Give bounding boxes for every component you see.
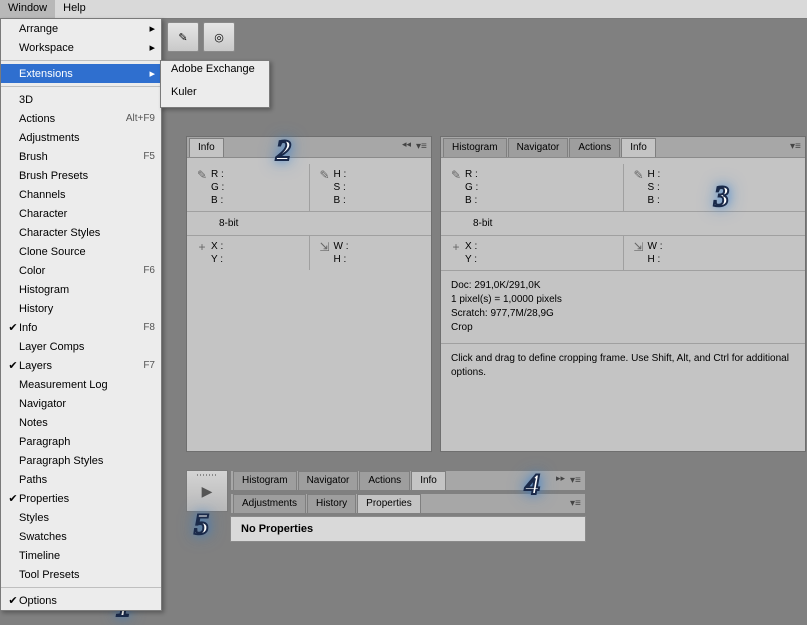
toolbar-button-1[interactable]: ✎ bbox=[167, 22, 199, 52]
tab-navigator[interactable]: Navigator bbox=[508, 138, 569, 157]
menu-character[interactable]: Character bbox=[1, 204, 161, 223]
menu-character-styles[interactable]: Character Styles bbox=[1, 223, 161, 242]
eyedropper-icon: ✎ bbox=[630, 168, 648, 207]
menu-layers[interactable]: ✔LayersF7 bbox=[1, 356, 161, 375]
panel-menu-icon[interactable]: ▾≡ bbox=[570, 498, 581, 507]
submenu-adobe-exchange[interactable]: Adobe Exchange bbox=[161, 61, 269, 84]
menu-workspace[interactable]: Workspace▸ bbox=[1, 38, 161, 57]
menu-info[interactable]: ✔InfoF8 bbox=[1, 318, 161, 337]
crosshair-icon: + bbox=[193, 240, 211, 266]
menu-color[interactable]: ColorF6 bbox=[1, 261, 161, 280]
tool-tip: Click and drag to define cropping frame.… bbox=[441, 343, 805, 388]
menu-history[interactable]: History bbox=[1, 299, 161, 318]
tab-properties[interactable]: Properties bbox=[357, 494, 421, 513]
expand-icon[interactable]: ▸▸ bbox=[556, 473, 565, 484]
panel-menu-icon[interactable]: ▾≡ bbox=[416, 141, 427, 150]
tab-info[interactable]: Info bbox=[189, 138, 224, 157]
bit-depth: 8-bit bbox=[187, 212, 431, 236]
options-bar: ✎ ◎ bbox=[158, 20, 239, 54]
crosshair-icon: + bbox=[447, 240, 465, 266]
menu-brush[interactable]: BrushF5 bbox=[1, 147, 161, 166]
menu-swatches[interactable]: Swatches bbox=[1, 527, 161, 546]
menu-notes[interactable]: Notes bbox=[1, 413, 161, 432]
dimensions-icon: ⇲ bbox=[630, 240, 648, 266]
document-info: Doc: 291,0K/291,0K 1 pixel(s) = 1,0000 p… bbox=[441, 271, 805, 343]
window-menu-dropdown: Arrange▸ Workspace▸ Extensions▸ 3D Actio… bbox=[0, 18, 162, 611]
panel-tabbar: Histogram Navigator Actions Info ▾≡ bbox=[441, 137, 805, 158]
menu-styles[interactable]: Styles bbox=[1, 508, 161, 527]
annotation-5: 5 bbox=[194, 508, 209, 542]
panel-tabbar: Info ◂◂ ▾≡ bbox=[187, 137, 431, 158]
menu-options[interactable]: ✔Options bbox=[1, 591, 161, 610]
menu-clone-source[interactable]: Clone Source bbox=[1, 242, 161, 261]
panel-menu-icon[interactable]: ▾≡ bbox=[570, 475, 581, 484]
annotation-3: 3 bbox=[714, 180, 729, 214]
tab-info[interactable]: Info bbox=[411, 471, 446, 490]
menu-channels[interactable]: Channels bbox=[1, 185, 161, 204]
menu-layer-comps[interactable]: Layer Comps bbox=[1, 337, 161, 356]
submenu-kuler[interactable]: Kuler bbox=[161, 84, 269, 107]
collapse-icon[interactable]: ◂◂ bbox=[402, 139, 411, 150]
annotation-4: 4 bbox=[525, 468, 540, 502]
tab-history[interactable]: History bbox=[307, 494, 356, 513]
eyedropper-icon: ✎ bbox=[193, 168, 211, 207]
extensions-submenu: Adobe Exchange Kuler bbox=[160, 60, 270, 108]
annotation-2: 2 bbox=[276, 134, 291, 168]
menu-paragraph-styles[interactable]: Paragraph Styles bbox=[1, 451, 161, 470]
menu-actions[interactable]: ActionsAlt+F9 bbox=[1, 109, 161, 128]
tab-actions[interactable]: Actions bbox=[569, 138, 620, 157]
toolbar-button-2[interactable]: ◎ bbox=[203, 22, 235, 52]
menu-timeline[interactable]: Timeline bbox=[1, 546, 161, 565]
menu-measurement-log[interactable]: Measurement Log bbox=[1, 375, 161, 394]
tab-actions[interactable]: Actions bbox=[359, 471, 410, 490]
tab-info[interactable]: Info bbox=[621, 138, 656, 157]
menu-brush-presets[interactable]: Brush Presets bbox=[1, 166, 161, 185]
menu-tool-presets[interactable]: Tool Presets bbox=[1, 565, 161, 584]
properties-body: No Properties bbox=[230, 516, 586, 542]
menu-paragraph[interactable]: Paragraph bbox=[1, 432, 161, 451]
bit-depth: 8-bit bbox=[441, 212, 805, 236]
menu-arrange[interactable]: Arrange▸ bbox=[1, 19, 161, 38]
dock-expand-button[interactable]: ▶ bbox=[186, 470, 228, 512]
tab-adjustments[interactable]: Adjustments bbox=[233, 494, 306, 513]
menu-paths[interactable]: Paths bbox=[1, 470, 161, 489]
menu-navigator[interactable]: Navigator bbox=[1, 394, 161, 413]
tab-navigator[interactable]: Navigator bbox=[298, 471, 359, 490]
brush-icon: ✎ bbox=[178, 31, 187, 44]
menu-properties[interactable]: ✔Properties bbox=[1, 489, 161, 508]
info-panel-grouped: Histogram Navigator Actions Info ▾≡ ✎R :… bbox=[440, 136, 806, 452]
menubar: Window Help bbox=[0, 0, 807, 19]
menu-histogram[interactable]: Histogram bbox=[1, 280, 161, 299]
panel-menu-icon[interactable]: ▾≡ bbox=[790, 141, 801, 150]
target-icon: ◎ bbox=[214, 31, 224, 44]
menu-window[interactable]: Window bbox=[0, 0, 55, 18]
menu-help[interactable]: Help bbox=[55, 0, 94, 18]
tab-histogram[interactable]: Histogram bbox=[233, 471, 297, 490]
eyedropper-icon: ✎ bbox=[447, 168, 465, 207]
menu-adjustments[interactable]: Adjustments bbox=[1, 128, 161, 147]
dimensions-icon: ⇲ bbox=[316, 240, 334, 266]
eyedropper-icon: ✎ bbox=[316, 168, 334, 207]
tab-histogram[interactable]: Histogram bbox=[443, 138, 507, 157]
info-panel: Info ◂◂ ▾≡ ✎R :G :B : ✎H :S :B : 8-bit +… bbox=[186, 136, 432, 452]
menu-extensions[interactable]: Extensions▸ bbox=[1, 64, 161, 83]
menu-3d[interactable]: 3D bbox=[1, 90, 161, 109]
